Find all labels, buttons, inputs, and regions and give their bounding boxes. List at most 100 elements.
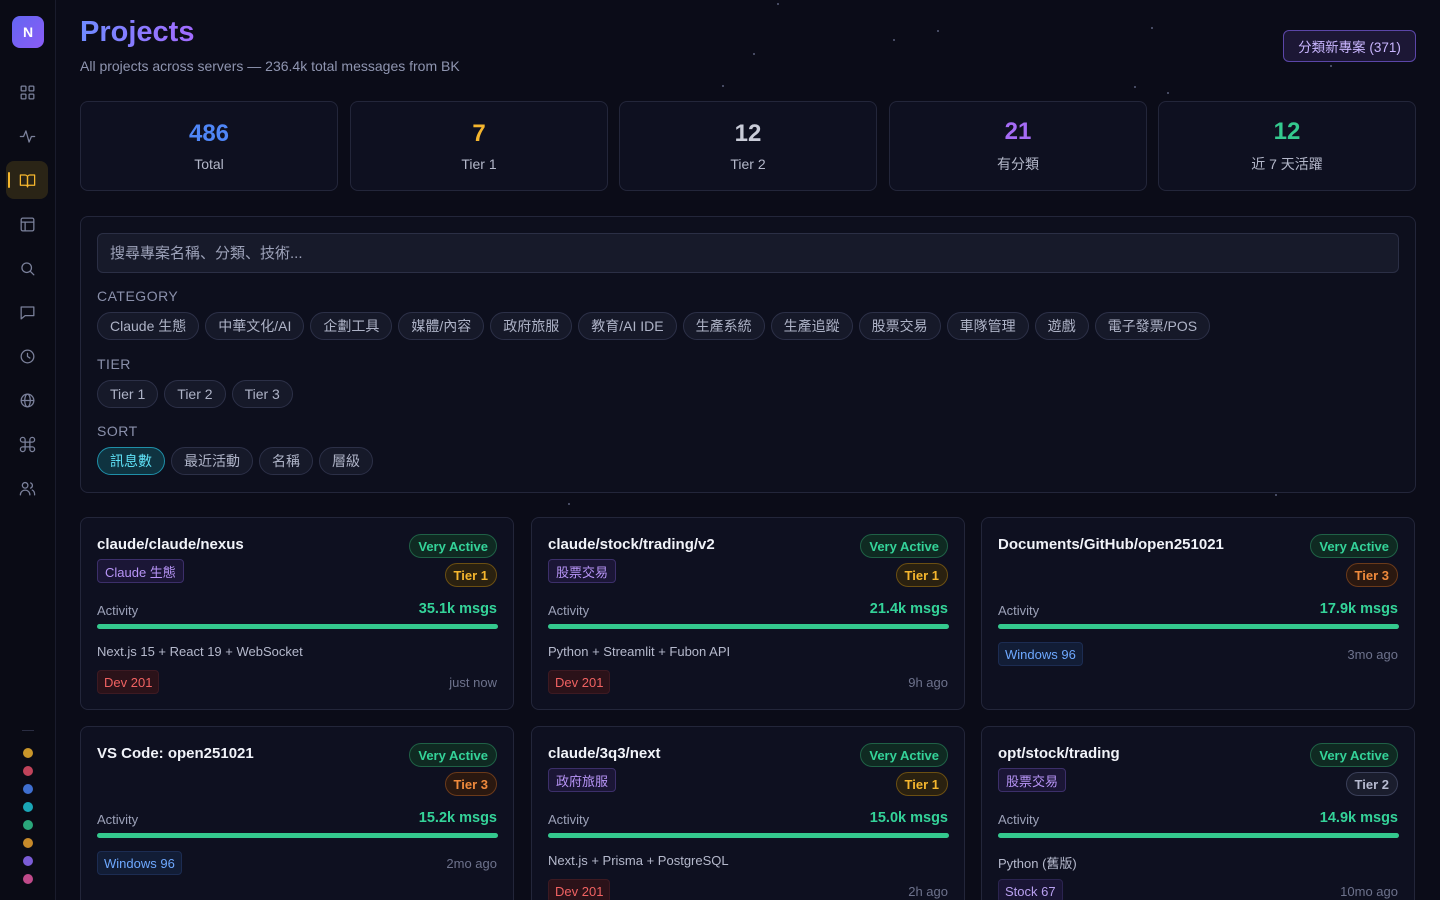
activity-bar (97, 624, 498, 629)
status-dot[interactable] (23, 784, 33, 794)
project-card[interactable]: VS Code: open251021 Very Active Tier 3 A… (80, 726, 514, 900)
category-tag: Claude 生態 (97, 559, 184, 583)
category-chip[interactable]: 教育/AI IDE (578, 312, 677, 340)
status-dot[interactable] (23, 802, 33, 812)
stat-label: 近 7 天活躍 (1251, 156, 1323, 172)
category-chip[interactable]: 電子發票/POS (1094, 312, 1211, 340)
sort-chip-tier[interactable]: 層級 (319, 447, 373, 475)
category-tag: 股票交易 (548, 559, 617, 583)
server-tag: Dev 201 (97, 670, 160, 694)
project-card[interactable]: claude/stock/trading/v2 Very Active 股票交易… (531, 517, 965, 710)
app-logo[interactable]: N (12, 16, 44, 48)
sidebar-item-servers[interactable] (6, 381, 48, 419)
sidebar-item-layout[interactable] (6, 205, 48, 243)
sidebar-item-users[interactable] (6, 469, 48, 507)
tier-chip[interactable]: Tier 3 (231, 380, 293, 408)
category-chip[interactable]: 生產追蹤 (770, 312, 853, 340)
stat-value: 12 (1273, 118, 1301, 145)
activity-bar-fill (97, 624, 498, 629)
sidebar-item-activity[interactable] (6, 117, 48, 155)
category-chip[interactable]: 生產系統 (682, 312, 765, 340)
category-chip[interactable]: 股票交易 (858, 312, 941, 340)
project-card[interactable]: claude/3q3/next Very Active 政府旅服 Tier 1 … (531, 726, 965, 900)
tech-stack: Python (舊版) (998, 856, 1077, 871)
category-chip[interactable]: 遊戲 (1034, 312, 1089, 340)
project-name[interactable]: claude/stock/trading/v2 (548, 536, 715, 553)
activity-label: Activity (998, 812, 1040, 827)
page-title: Projects (80, 16, 195, 48)
project-card[interactable]: opt/stock/trading Very Active 股票交易 Tier … (981, 726, 1415, 900)
message-count: 15.2k msgs (418, 810, 497, 826)
activity-bar (97, 833, 498, 838)
activity-status-badge: Very Active (409, 743, 497, 767)
tier-badge: Tier 1 (895, 772, 948, 796)
activity-bar (548, 624, 949, 629)
sidebar-item-history[interactable] (6, 337, 48, 375)
category-tag: 政府旅服 (548, 768, 617, 792)
status-dot[interactable] (23, 766, 33, 776)
activity-bar-fill (548, 833, 949, 838)
activity-label: Activity (548, 603, 590, 618)
tier-chip[interactable]: Tier 2 (164, 380, 226, 408)
message-count: 21.4k msgs (869, 601, 948, 617)
sidebar-item-dashboard[interactable] (6, 73, 48, 111)
sidebar-item-search[interactable] (6, 249, 48, 287)
message-icon (20, 305, 34, 319)
tech-stack: Next.js 15 + React 19 + WebSocket (97, 644, 303, 659)
status-dot[interactable] (23, 856, 33, 866)
stat-label: 有分類 (997, 156, 1039, 172)
project-name[interactable]: claude/claude/nexus (97, 536, 244, 553)
category-chip[interactable]: 車隊管理 (946, 312, 1029, 340)
book-icon (19, 173, 35, 187)
project-card[interactable]: claude/claude/nexus Very Active Claude 生… (80, 517, 514, 710)
globe-icon (20, 393, 34, 407)
status-dot[interactable] (23, 838, 33, 848)
project-name[interactable]: opt/stock/trading (998, 745, 1120, 762)
sidebar-item-projects[interactable] (6, 161, 48, 199)
status-dot[interactable] (23, 748, 33, 758)
command-icon (19, 436, 35, 452)
status-dot[interactable] (23, 874, 33, 884)
sidebar-item-commands[interactable] (6, 425, 48, 463)
stat-total: 486 Total (80, 101, 338, 191)
category-label: CATEGORY (97, 288, 179, 304)
sidebar-item-messages[interactable] (6, 293, 48, 331)
activity-status-badge: Very Active (860, 534, 948, 558)
stat-value: 21 (1004, 118, 1032, 145)
stat-value: 12 (734, 120, 762, 147)
activity-status-badge: Very Active (409, 534, 497, 558)
category-chip[interactable]: 媒體/內容 (398, 312, 485, 340)
status-dot[interactable] (23, 820, 33, 830)
tech-stack: Next.js + Prisma + PostgreSQL (548, 853, 729, 868)
project-name[interactable]: claude/3q3/next (548, 745, 661, 762)
project-name[interactable]: Documents/GitHub/open251021 (998, 536, 1224, 553)
category-chip[interactable]: 中華文化/AI (205, 312, 305, 340)
sidebar: N (0, 0, 56, 900)
tier-chips: Tier 1 Tier 2 Tier 3 (97, 380, 293, 408)
sort-chip-recent[interactable]: 最近活動 (171, 447, 253, 475)
activity-label: Activity (548, 812, 590, 827)
last-active-time: 2mo ago (446, 856, 497, 871)
message-count: 14.9k msgs (1319, 810, 1398, 826)
message-count: 15.0k msgs (869, 810, 948, 826)
grid-icon (20, 85, 34, 99)
category-chips: Claude 生態 中華文化/AI 企劃工具 媒體/內容 政府旅服 教育/AI … (97, 312, 1211, 340)
sort-chip-name[interactable]: 名稱 (259, 447, 313, 475)
server-tag: Dev 201 (548, 670, 611, 694)
sort-chip-messages[interactable]: 訊息數 (97, 447, 165, 475)
project-name[interactable]: VS Code: open251021 (97, 745, 254, 762)
tier-label: TIER (97, 356, 131, 372)
filter-panel: CATEGORY Claude 生態 中華文化/AI 企劃工具 媒體/內容 政府… (80, 216, 1416, 493)
activity-bar-fill (998, 833, 1399, 838)
activity-label: Activity (97, 603, 139, 618)
category-chip[interactable]: 企劃工具 (310, 312, 393, 340)
classify-new-projects-button[interactable]: 分類新專案 (371) (1283, 30, 1416, 62)
server-tag: Windows 96 (998, 642, 1083, 666)
project-card[interactable]: Documents/GitHub/open251021 Very Active … (981, 517, 1415, 710)
search-input[interactable] (97, 233, 1399, 273)
category-chip[interactable]: 政府旅服 (490, 312, 573, 340)
tier-chip[interactable]: Tier 1 (97, 380, 159, 408)
activity-status-badge: Very Active (860, 743, 948, 767)
stat-tier-2: 12 Tier 2 (619, 101, 877, 191)
category-chip[interactable]: Claude 生態 (97, 312, 200, 340)
